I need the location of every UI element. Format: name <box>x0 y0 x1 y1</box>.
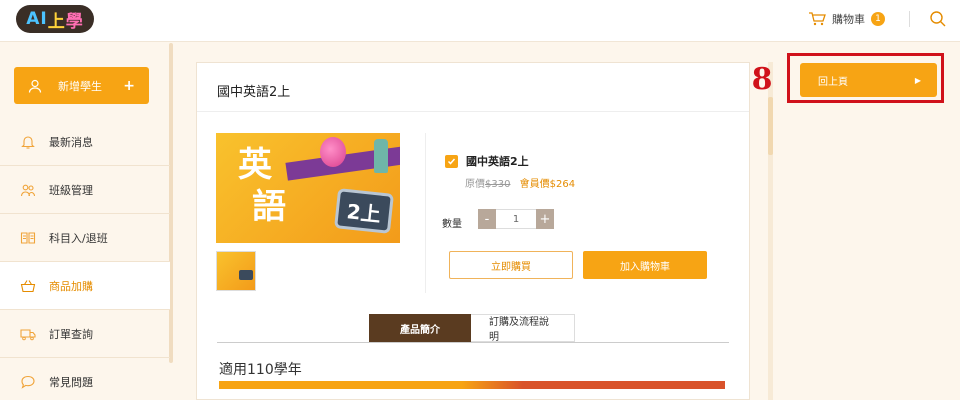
detail-banner-image <box>219 381 725 389</box>
product-card: 國中英語2上 英 語 2上 國中英語2上 原價$330 會員價$264 數量 -… <box>196 62 750 400</box>
buy-now-button[interactable]: 立即購買 <box>449 251 573 279</box>
sidebar-item-product-purchase[interactable]: 商品加購 <box>0 262 170 310</box>
top-bar: AI 上學 購物車 1 <box>0 0 960 42</box>
logo-text-xue: 學 <box>65 11 84 32</box>
add-to-cart-button[interactable]: 加入購物車 <box>583 251 707 279</box>
original-price: $330 <box>485 179 511 190</box>
cart-icon <box>809 12 826 26</box>
product-thumbnail[interactable] <box>216 251 256 291</box>
bell-icon <box>21 135 35 149</box>
basket-icon <box>20 279 36 292</box>
quantity-increase-button[interactable]: + <box>536 209 554 229</box>
sidebar-item-order-query[interactable]: 訂單查詢 <box>0 310 170 358</box>
sidebar-item-news[interactable]: 最新消息 <box>0 118 170 166</box>
plus-icon: + <box>123 77 135 94</box>
book-icon <box>20 231 36 244</box>
product-image: 英 語 2上 <box>216 133 400 243</box>
image-divider <box>425 133 426 293</box>
play-arrow-icon: ▶ <box>914 75 921 85</box>
truck-icon <box>20 328 36 340</box>
image-statue <box>374 139 388 173</box>
add-student-button[interactable]: 新增學生 + <box>14 67 149 104</box>
product-option-checkbox[interactable]: 國中英語2上 <box>445 153 529 169</box>
site-logo[interactable]: AI 上學 <box>16 5 94 33</box>
quantity-decrease-button[interactable]: - <box>478 209 496 229</box>
quantity-input[interactable]: 1 <box>496 209 536 229</box>
quantity-label: 數量 <box>442 219 462 230</box>
logo-text-shang: 上 <box>47 11 66 32</box>
sidebar-item-class-management[interactable]: 班級管理 <box>0 166 170 214</box>
page-title: 國中英語2上 <box>217 85 291 100</box>
original-price-label: 原價 <box>465 179 485 190</box>
title-divider <box>197 111 749 112</box>
image-tv: 2上 <box>334 188 394 234</box>
tab-product-intro[interactable]: 產品簡介 <box>369 314 471 342</box>
quantity-stepper: - 1 + <box>478 209 554 229</box>
person-icon <box>28 79 42 93</box>
thumbnail-tv <box>239 270 253 280</box>
image-balloon <box>320 137 346 167</box>
image-char-yu: 語 <box>252 187 286 227</box>
cart-label: 購物車 <box>832 13 865 26</box>
sidebar-nav: 最新消息 班級管理 科目入/退班 商品加購 訂單查詢 常見問題 <box>0 118 170 400</box>
sidebar-item-label: 最新消息 <box>49 135 93 149</box>
price-info: 原價$330 會員價$264 <box>465 175 575 190</box>
sidebar-item-faq[interactable]: 常見問題 <box>0 358 170 400</box>
step-number-annotation: 8 <box>751 61 773 97</box>
sidebar-item-label: 商品加購 <box>49 279 93 293</box>
member-price-label: 會員價 <box>519 179 550 190</box>
sidebar-item-label: 班級管理 <box>49 183 93 197</box>
cart-link[interactable]: 購物車 1 <box>808 10 885 28</box>
checkbox-checked-icon <box>445 154 458 168</box>
back-button-label: 回上頁 <box>818 76 848 88</box>
add-student-label: 新增學生 <box>58 79 102 93</box>
grade-applicability-text: 適用110學年 <box>219 362 302 378</box>
scrollbar-thumb[interactable] <box>768 97 773 155</box>
sidebar-item-label: 科目入/退班 <box>49 231 108 245</box>
tab-order-process[interactable]: 訂購及流程說明 <box>471 314 575 343</box>
back-button[interactable]: 回上頁 ▶ <box>800 63 937 97</box>
header-divider <box>909 11 910 27</box>
people-icon <box>20 184 36 196</box>
sidebar-item-label: 訂單查詢 <box>49 327 93 341</box>
cart-count-badge: 1 <box>871 12 885 26</box>
logo-text-ai: AI <box>26 9 48 29</box>
sidebar-item-subject-enroll[interactable]: 科目入/退班 <box>0 214 170 262</box>
chat-bubble-icon <box>21 375 35 389</box>
search-icon[interactable] <box>929 10 947 28</box>
detail-tabs: 產品簡介 訂購及流程說明 <box>369 314 575 343</box>
sidebar-item-label: 常見問題 <box>49 375 93 389</box>
member-price: $264 <box>549 179 576 190</box>
product-option-name: 國中英語2上 <box>466 155 529 168</box>
tabs-divider <box>217 342 729 343</box>
